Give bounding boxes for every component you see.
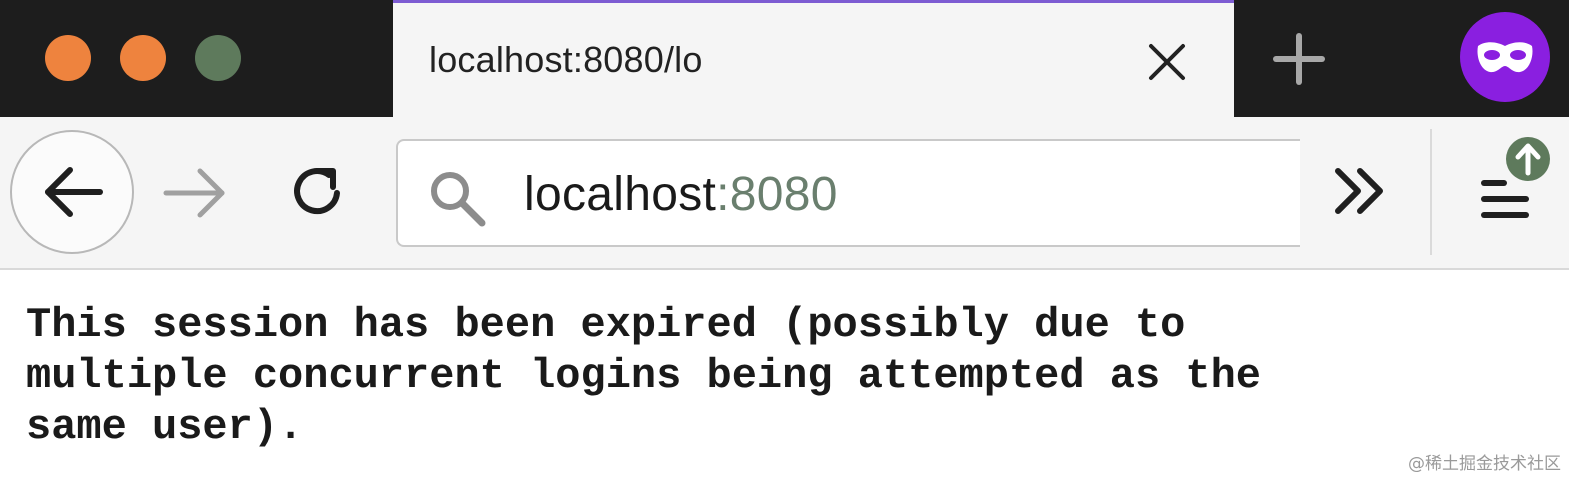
url-host: localhost [524, 168, 717, 221]
url-port: :8080 [716, 168, 838, 221]
window-minimize-button[interactable] [120, 35, 166, 81]
tab-active[interactable]: localhost:8080/lo [393, 0, 1234, 117]
arrow-right-icon [163, 168, 225, 218]
menu-button[interactable] [1470, 133, 1560, 243]
overflow-button[interactable] [1330, 163, 1390, 219]
forward-button[interactable] [160, 165, 230, 221]
watermark: @稀土掘金技术社区 [1408, 454, 1561, 474]
browser-window: localhost:8080/lo localhost:8080 This se… [0, 0, 1569, 480]
plus-icon[interactable] [1272, 32, 1326, 86]
search-icon [426, 167, 488, 229]
reload-icon [294, 168, 340, 215]
page-content: This session has been expired (possibly … [26, 300, 1546, 453]
back-button[interactable] [10, 130, 134, 254]
mask-icon[interactable] [1460, 12, 1550, 102]
arrow-left-icon [45, 167, 103, 217]
url-bar[interactable]: localhost:8080 [396, 139, 1300, 247]
tab-strip: localhost:8080/lo [0, 0, 1569, 117]
toolbar-divider [1430, 129, 1432, 255]
reload-button[interactable] [285, 159, 351, 225]
hamburger-menu-icon [1481, 137, 1550, 218]
tab-title: localhost:8080/lo [429, 39, 703, 80]
chevron-double-right-icon [1335, 168, 1383, 214]
navigation-toolbar: localhost:8080 [0, 117, 1569, 270]
url-text: localhost:8080 [524, 167, 838, 222]
close-icon[interactable] [1145, 40, 1189, 84]
window-close-button[interactable] [45, 35, 91, 81]
window-zoom-button[interactable] [195, 35, 241, 81]
error-message: This session has been expired (possibly … [26, 301, 1262, 451]
